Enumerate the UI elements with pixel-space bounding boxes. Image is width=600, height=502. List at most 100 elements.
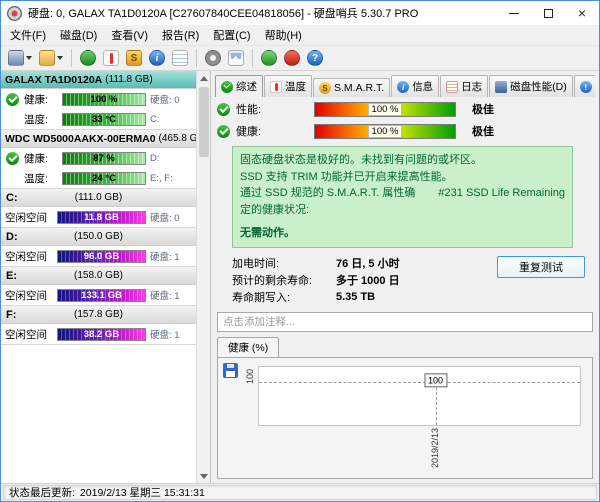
tab-disk-performance[interactable]: 磁盘性能(D) (489, 75, 573, 97)
stats-section: 加电时间: 76 日, 5 小时 预计的剩余寿命: 多于 1000 日 寿命期写… (232, 255, 585, 306)
temp-label: 温度: (24, 112, 58, 127)
maximize-button[interactable] (531, 1, 565, 25)
free-space-row: 空闲空间 11.8 GB 硬盘: 0 (1, 207, 196, 227)
partition-size: (158.0 GB) (74, 270, 123, 281)
app-icon (7, 6, 22, 21)
comment-input[interactable] (217, 312, 593, 332)
tab-label: 磁盘性能(D) (510, 79, 567, 94)
health-ok-icon (6, 93, 19, 106)
disk-number-label: 硬盘: 1 (150, 327, 192, 341)
status-bar: 状态最后更新: 2019/2/13 星期三 15:31:31 (1, 483, 599, 501)
app-window: 硬盘: 0, GALAX TA1D0120A [C27607840CEE0481… (0, 0, 600, 502)
tab-temperature[interactable]: 温度 (264, 75, 312, 97)
free-space-value: 133.1 GB (81, 290, 122, 301)
temperature-button[interactable] (101, 48, 121, 68)
menu-config[interactable]: 配置(C) (206, 25, 257, 45)
tab-alerts[interactable]: ! 警报(A) (574, 75, 595, 97)
disk-selector-button[interactable] (6, 48, 34, 68)
partition-item-e[interactable]: E: (158.0 GB) 空闲空间 133.1 GB 硬盘: 1 (1, 267, 196, 306)
window-title: 硬盘: 0, GALAX TA1D0120A [C27607840CEE0481… (28, 5, 497, 21)
tab-label: 日志 (461, 79, 482, 94)
partition-size: (157.8 GB) (74, 309, 123, 320)
retest-button[interactable]: 重复测试 (497, 256, 585, 278)
minimize-button[interactable] (497, 1, 531, 25)
scroll-up-icon[interactable] (197, 71, 211, 85)
free-space-label: 空闲空间 (5, 327, 53, 342)
shutdown-button[interactable] (282, 48, 302, 68)
chevron-down-icon (57, 56, 63, 60)
minimize-icon (509, 13, 519, 14)
chevron-down-icon (26, 56, 32, 60)
free-space-value: 38.2 GB (84, 329, 119, 340)
status-update-label: 状态最后更新: (9, 485, 75, 500)
disk-list: GALAX TA1D0120A (111.8 GB) 健康: 100 % 硬盘:… (1, 71, 196, 483)
disk-temp-row: 温度: 33 °C C: (1, 109, 196, 129)
smart-button[interactable]: S (124, 48, 144, 68)
help-icon: ? (307, 50, 323, 66)
disk-item-wdc[interactable]: WDC WD5000AAKX-00ERMA0 (465.8 GB) 健康: 87… (1, 130, 196, 189)
status-panel: 状态最后更新: 2019/2/13 星期三 15:31:31 (3, 485, 597, 500)
health-label: 健康: (24, 92, 58, 107)
free-space-bar: 11.8 GB (57, 211, 146, 224)
performance-icon (495, 81, 507, 93)
temp-value: 24 °C (92, 173, 116, 184)
scrollbar-thumb[interactable] (199, 87, 209, 157)
free-space-bar: 38.2 GB (57, 328, 146, 341)
tab-smart[interactable]: S S.M.A.R.T. (313, 78, 390, 97)
tab-log[interactable]: 日志 (440, 75, 488, 97)
drive-letter: F: (6, 309, 16, 321)
status-line: 固态硬盘状态是极好的。未找到有问题的或坏区。 (240, 152, 565, 169)
content-panel: 综述 温度 S S.M.A.R.T. i 信息 日志 (211, 71, 599, 483)
partition-header: E: (158.0 GB) (1, 267, 196, 285)
lifetime-writes-value: 5.35 TB (336, 291, 375, 303)
disk-item-galax[interactable]: GALAX TA1D0120A (111.8 GB) 健康: 100 % 硬盘:… (1, 71, 196, 130)
menu-report[interactable]: 报告(R) (155, 25, 206, 45)
health-value: 87 % (93, 153, 115, 164)
smart-icon: S (319, 82, 331, 94)
partition-item-d[interactable]: D: (150.0 GB) 空闲空间 96.0 GB 硬盘: 1 (1, 228, 196, 267)
y-axis-tick: 100 (245, 369, 255, 384)
menu-disk[interactable]: 磁盘(D) (53, 25, 104, 45)
overview-button[interactable] (78, 48, 98, 68)
report-button[interactable] (226, 48, 246, 68)
title-bar: 硬盘: 0, GALAX TA1D0120A [C27607840CEE0481… (1, 1, 599, 25)
smart-icon: S (126, 50, 142, 66)
health-bar: 100 % (62, 93, 146, 106)
refresh-button[interactable] (259, 48, 279, 68)
chart-tab-bar: 健康 (%) (217, 337, 593, 358)
smart-attribute-value: #231 SSD Life Remaining (438, 185, 565, 218)
free-space-bar: 96.0 GB (57, 250, 146, 263)
status-line: 通过 SSD 规范的 S.M.A.R.T. 属性确定的健康状况: #231 SS… (240, 185, 565, 218)
sidebar-scrollbar[interactable] (196, 71, 210, 483)
tab-information[interactable]: i 信息 (391, 75, 439, 97)
disk-size: (111.8 GB) (105, 74, 152, 85)
information-button[interactable]: i (147, 48, 167, 68)
menu-help[interactable]: 帮助(H) (258, 25, 309, 45)
chart-panel: 100 100 2019/2/13 (217, 357, 593, 480)
health-plot[interactable]: 100 100 2019/2/13 (258, 366, 581, 427)
x-axis-tick: 2019/2/13 (430, 428, 440, 468)
toolbar-separator (252, 49, 253, 67)
status-update-time: 2019/2/13 星期三 15:31:31 (80, 485, 205, 500)
lifetime-writes-row: 寿命期写入: 5.35 TB (232, 289, 497, 306)
scroll-down-icon[interactable] (197, 469, 211, 483)
disk-number-label: 硬盘: 1 (150, 249, 192, 263)
settings-button[interactable] (203, 48, 223, 68)
help-button[interactable]: ? (305, 48, 325, 68)
partition-item-f[interactable]: F: (157.8 GB) 空闲空间 38.2 GB 硬盘: 1 (1, 306, 196, 345)
drive-letter: D: (6, 231, 18, 243)
menu-view[interactable]: 查看(V) (104, 25, 155, 45)
disk-temp-row: 温度: 24 °C E:, F: (1, 168, 196, 188)
partition-item-c[interactable]: C: (111.0 GB) 空闲空间 11.8 GB 硬盘: 0 (1, 189, 196, 228)
chart-tab-health[interactable]: 健康 (%) (217, 337, 279, 358)
close-button[interactable]: × (565, 1, 599, 25)
health-row: 健康: 100 % 极佳 (217, 123, 593, 139)
tab-overview[interactable]: 综述 (215, 75, 263, 97)
tab-label: 综述 (236, 79, 257, 94)
partition-selector-button[interactable] (37, 48, 65, 68)
performance-value: 100 % (368, 103, 403, 116)
log-button[interactable] (170, 48, 190, 68)
toolbar: S i ? (1, 45, 599, 71)
save-chart-icon[interactable] (223, 363, 238, 378)
menu-file[interactable]: 文件(F) (3, 25, 53, 45)
